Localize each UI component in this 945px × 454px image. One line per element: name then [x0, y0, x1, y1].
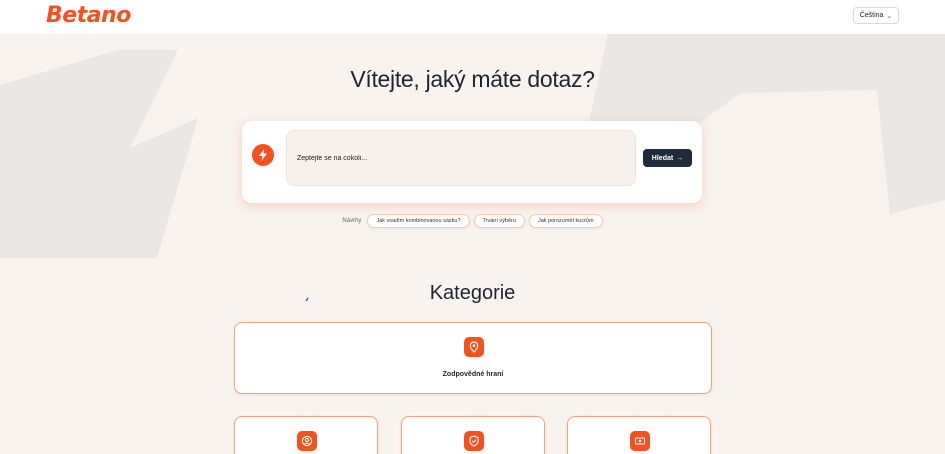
categories-title: Kategorie [429, 282, 516, 304]
suggestion-chip[interactable]: Trvání výběru [473, 214, 525, 228]
category-card-responsible-gaming[interactable]: Zodpovědné hraní [234, 322, 712, 394]
category-card-account[interactable] [234, 416, 378, 454]
category-card-payments[interactable] [567, 416, 711, 454]
suggestions-row: Návrhy Jak vsadím kombinovanou sázku? Tr… [0, 214, 945, 228]
category-card-security[interactable] [401, 416, 545, 454]
betano-logo[interactable]: Betano [46, 3, 131, 28]
chevron-down-icon: ⌄ [886, 12, 893, 20]
language-selector[interactable]: Čeština ⌄ [853, 7, 899, 24]
suggestion-chip[interactable]: Jak vsadím kombinovanou sázku? [367, 214, 470, 228]
user-icon [297, 431, 317, 451]
suggestions-label: Návrhy [342, 218, 362, 224]
arrow-right-icon: → [676, 154, 684, 162]
search-button[interactable]: Hledat → [643, 149, 692, 167]
lightning-icon [252, 144, 274, 166]
search-card: Hledat → [242, 121, 702, 203]
language-label: Čeština [859, 12, 884, 19]
suggestion-chip[interactable]: Jak porozumět kurzům [528, 214, 603, 228]
category-label: Zodpovědné hraní [442, 371, 504, 378]
payment-card-icon [630, 431, 650, 451]
search-input[interactable] [286, 130, 636, 186]
page-title: Vítejte, jaký máte dotaz? [350, 66, 595, 92]
shield-check-icon [464, 431, 484, 451]
top-header: Betano Čeština ⌄ [0, 0, 945, 34]
search-button-label: Hledat [651, 154, 674, 162]
location-pin-icon [464, 337, 484, 357]
